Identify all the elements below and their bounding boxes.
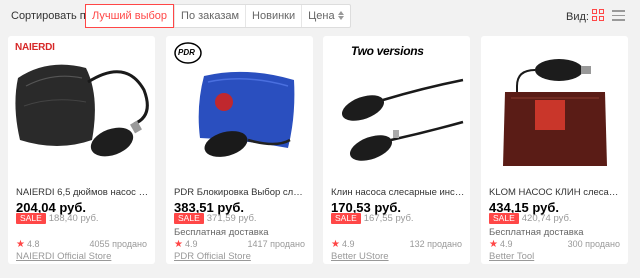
sale-row: SALE 371,59 руб. [174, 213, 257, 224]
store-link[interactable]: Better UStore [331, 251, 389, 262]
product-image[interactable]: NAIERDI [8, 36, 155, 178]
list-view-icon[interactable] [612, 10, 625, 21]
sold-count: 4055 продано [89, 239, 147, 249]
star-icon: ★ [331, 239, 340, 250]
product-card[interactable]: PDR PDR Блокировка Выбор слесарные 383,5… [166, 36, 313, 264]
rating: ★ 4.8 [16, 239, 39, 250]
original-price: 167,55 руб. [363, 213, 414, 224]
product-image[interactable]: PDR [166, 36, 313, 178]
product-title[interactable]: NAIERDI 6,5 дюймов насос клиновой [16, 187, 150, 198]
product-card[interactable]: KLOM НАСОС КЛИН слесарные инструменты 43… [481, 36, 628, 264]
original-price: 420,74 руб. [521, 213, 572, 224]
rating: ★ 4.9 [489, 239, 512, 250]
rating: ★ 4.9 [174, 239, 197, 250]
product-title[interactable]: Клин насоса слесарные инструменты [331, 187, 465, 198]
sort-by-orders[interactable]: По заказам [174, 5, 245, 27]
sort-by-price[interactable]: Цена [301, 5, 349, 27]
shipping-info: Бесплатная доставка [174, 227, 269, 238]
air-wedge-image [503, 59, 607, 166]
product-card[interactable]: NAIERDI NAIERDI 6,5 дюймов насос клиново… [8, 36, 155, 264]
product-image[interactable] [481, 36, 628, 178]
product-card[interactable]: Two versions Клин насоса слесарные инстр… [323, 36, 470, 264]
grid-view-icon[interactable] [592, 9, 604, 21]
rating-value: 4.8 [26, 239, 40, 249]
sold-count: 1417 продано [247, 239, 305, 249]
brand-label: NAIERDI [15, 42, 55, 53]
sale-row: SALE 167,55 руб. [331, 213, 414, 224]
sort-bar: Сортировать по: Лучший выбор По заказам … [0, 0, 640, 32]
star-icon: ★ [16, 239, 25, 250]
product-title[interactable]: PDR Блокировка Выбор слесарные [174, 187, 308, 198]
sort-by-price-label: Цена [308, 10, 335, 22]
store-link[interactable]: Better Tool [489, 251, 534, 262]
store-link[interactable]: NAIERDI Official Store [16, 251, 111, 262]
sold-count: 300 продано [567, 239, 620, 249]
star-icon: ★ [489, 239, 498, 250]
sale-row: SALE 420,74 руб. [489, 213, 572, 224]
rating: ★ 4.9 [331, 239, 354, 250]
sale-badge: SALE [331, 213, 361, 224]
sale-badge: SALE [16, 213, 46, 224]
sort-newest[interactable]: Новинки [245, 5, 301, 27]
rating-value: 4.9 [499, 239, 513, 249]
original-price: 371,59 руб. [206, 213, 257, 224]
brand-label: PDR [178, 48, 195, 57]
sort-options: Лучший выбор По заказам Новинки Цена [85, 4, 351, 28]
sort-best-match[interactable]: Лучший выбор [85, 4, 175, 28]
sale-badge: SALE [174, 213, 204, 224]
product-title[interactable]: KLOM НАСОС КЛИН слесарные инструменты [489, 187, 623, 198]
sold-count: 132 продано [409, 239, 462, 249]
store-link[interactable]: PDR Official Store [174, 251, 251, 262]
sort-arrows-icon [337, 10, 344, 20]
sort-label: Сортировать по: [11, 10, 95, 22]
original-price: 188,40 руб. [48, 213, 99, 224]
brand-label: Two versions [351, 44, 424, 58]
product-image[interactable]: Two versions [323, 36, 470, 178]
rating-value: 4.9 [184, 239, 198, 249]
sale-row: SALE 188,40 руб. [16, 213, 99, 224]
air-wedge-image [15, 64, 149, 157]
view-label: Вид: [566, 11, 589, 23]
rating-value: 4.9 [341, 239, 355, 249]
shipping-info: Бесплатная доставка [489, 227, 584, 238]
star-icon: ★ [174, 239, 183, 250]
sale-badge: SALE [489, 213, 519, 224]
